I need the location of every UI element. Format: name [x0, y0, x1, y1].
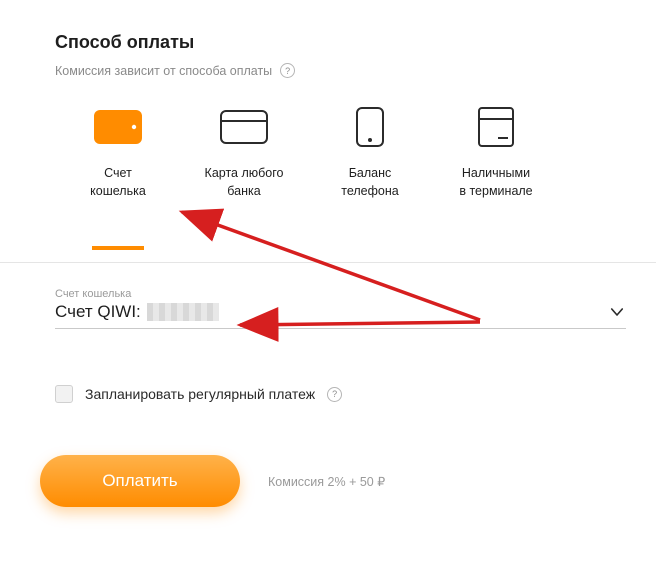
- method-label: Карта любого банка: [205, 164, 284, 200]
- account-masked-number: [147, 303, 219, 321]
- wallet-icon: [94, 110, 142, 144]
- method-phone[interactable]: Баланс телефона: [307, 110, 433, 200]
- help-icon[interactable]: ?: [280, 63, 295, 78]
- payment-methods: Счет кошелька Карта любого банка Баланс …: [55, 110, 626, 200]
- method-label: Баланс телефона: [341, 164, 398, 200]
- method-wallet[interactable]: Счет кошелька: [55, 110, 181, 200]
- help-icon[interactable]: ?: [327, 387, 342, 402]
- section-divider: [0, 262, 656, 263]
- pay-button[interactable]: Оплатить: [40, 455, 240, 507]
- method-card[interactable]: Карта любого банка: [181, 110, 307, 200]
- active-indicator: [55, 246, 181, 250]
- account-value-text: Счет QIWI:: [55, 302, 141, 322]
- commission-note: Комиссия зависит от способа оплаты: [55, 64, 272, 78]
- schedule-label: Запланировать регулярный платеж: [85, 386, 315, 402]
- method-label: Наличными в терминале: [459, 164, 532, 200]
- account-select[interactable]: Счет QIWI:: [55, 302, 626, 329]
- page-title: Способ оплаты: [55, 32, 626, 53]
- account-field-label: Счет кошелька: [55, 288, 626, 300]
- card-icon: [220, 110, 268, 144]
- fee-note: Комиссия 2% + 50 ₽: [268, 474, 385, 489]
- terminal-icon: [472, 110, 520, 144]
- schedule-checkbox[interactable]: [55, 385, 73, 403]
- phone-icon: [346, 110, 394, 144]
- method-label: Счет кошелька: [90, 164, 146, 200]
- method-terminal[interactable]: Наличными в терминале: [433, 110, 559, 200]
- chevron-down-icon: [608, 303, 626, 321]
